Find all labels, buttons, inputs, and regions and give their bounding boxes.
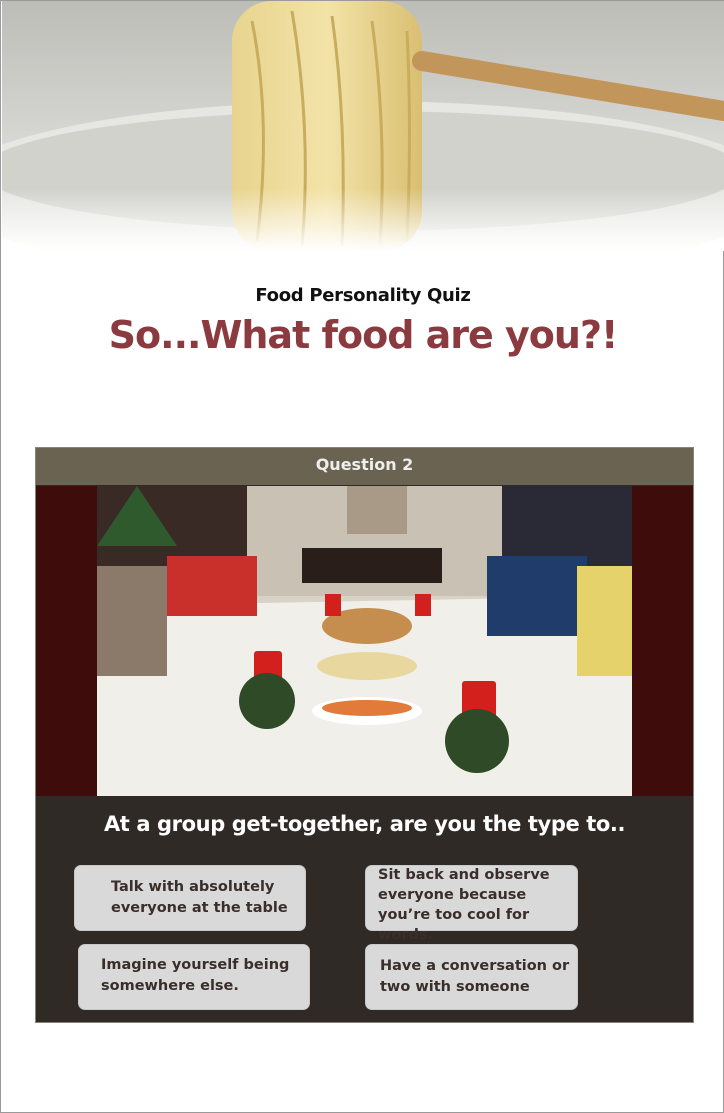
question-card: Question 2 At a group get-together, are … (35, 447, 694, 1023)
answer-option-3[interactable]: Imagine yourself being somewhere else. (78, 944, 310, 1010)
answer-option-4-label: Have a conversation or two with someone (380, 958, 570, 995)
quiz-title: So...What food are you?! (108, 313, 619, 357)
noodles-photo (2, 1, 724, 251)
dogs-dinner-party-photo (97, 486, 632, 796)
answer-option-4[interactable]: Have a conversation or two with someone (365, 944, 578, 1010)
question-text: At a group get-together, are you the typ… (103, 812, 626, 836)
question-number: Question 2 (36, 448, 693, 485)
answer-option-2-label: Sit back and observe everyone because yo… (378, 867, 550, 943)
answer-option-3-label: Imagine yourself being somewhere else. (101, 957, 290, 994)
answer-option-2[interactable]: Sit back and observe everyone because yo… (365, 865, 578, 943)
answer-option-1-label: Talk with absolutely everyone at the tab… (111, 879, 288, 916)
question-image-band (36, 486, 693, 796)
quiz-subtitle: Food Personality Quiz (255, 285, 471, 306)
answer-option-1[interactable]: Talk with absolutely everyone at the tab… (74, 865, 306, 931)
page: Food Personality Quiz So...What food are… (0, 0, 724, 1113)
